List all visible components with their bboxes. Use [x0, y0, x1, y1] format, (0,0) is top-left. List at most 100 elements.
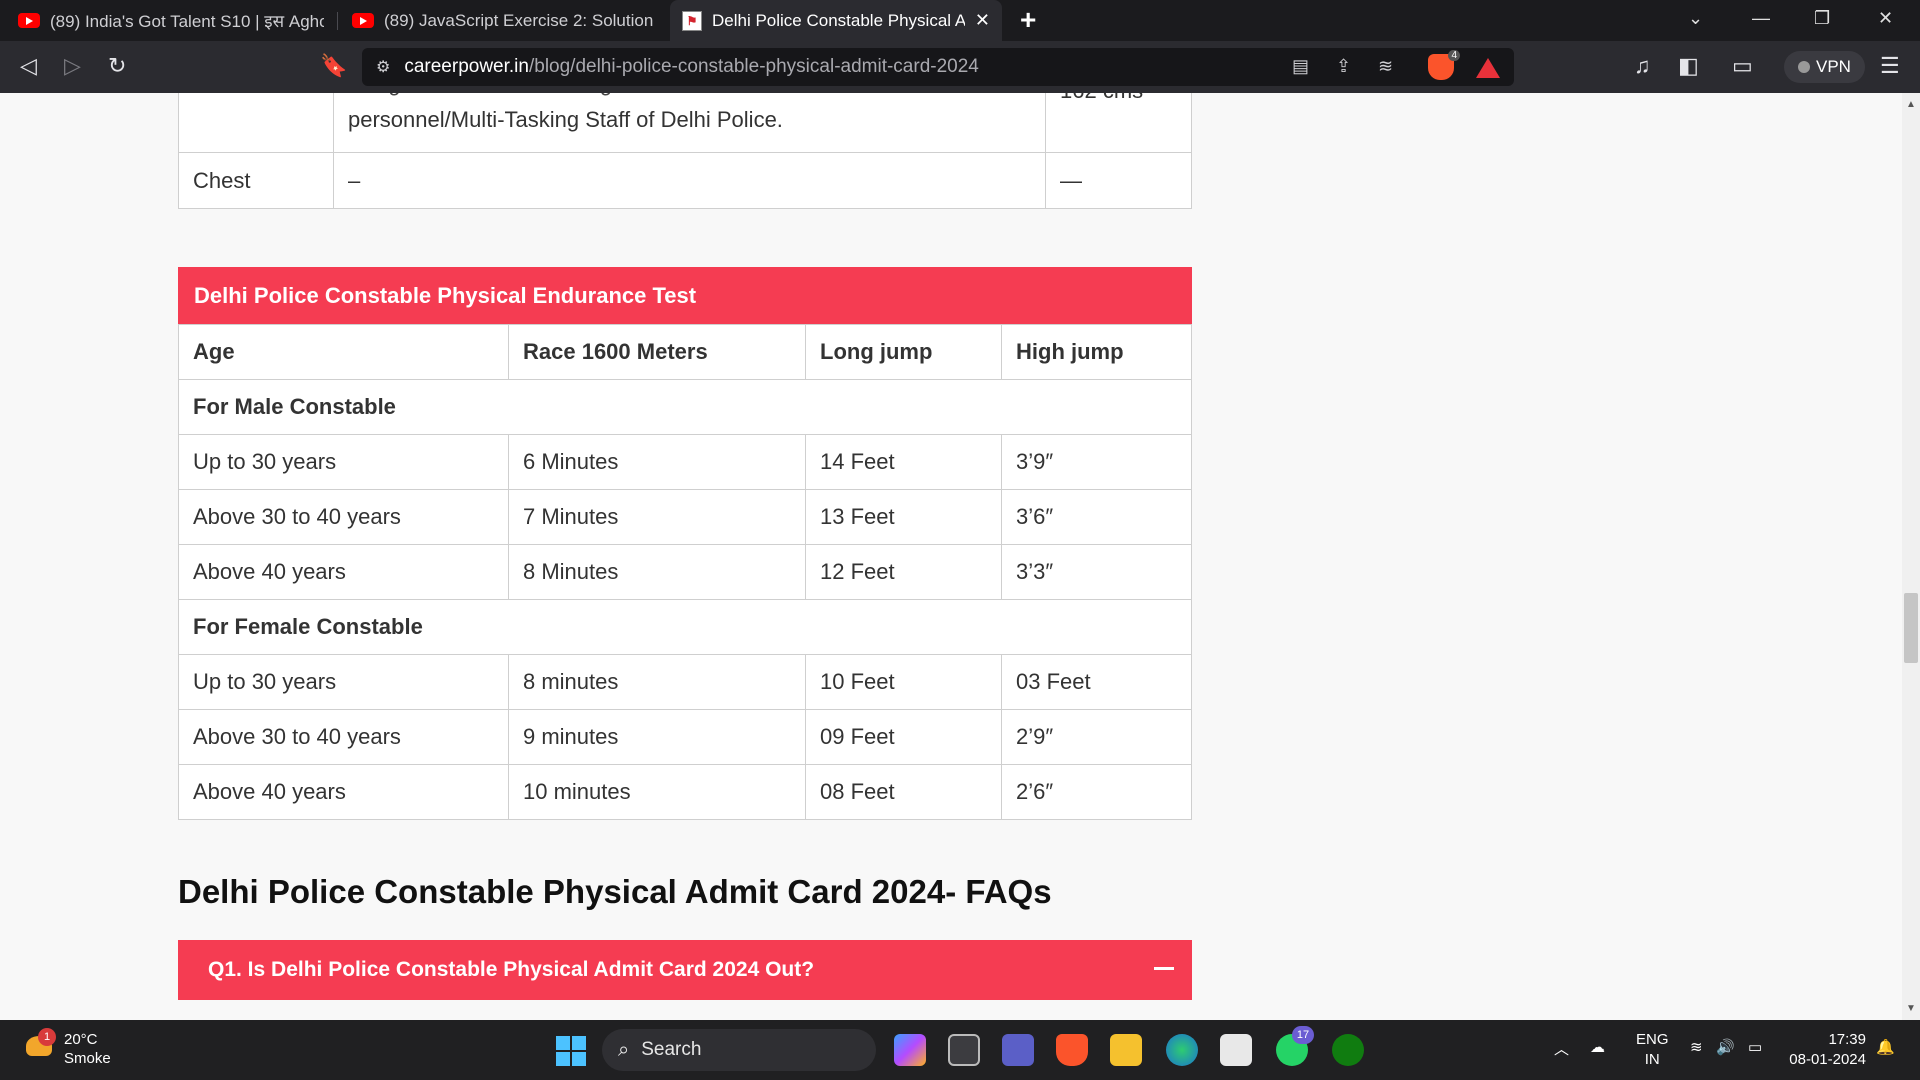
cell-age: Above 40 years [178, 544, 509, 600]
tab-search-chevron-icon[interactable]: ⌄ [1688, 8, 1703, 29]
task-view-icon[interactable] [948, 1034, 980, 1066]
forward-icon[interactable]: ▷ [64, 53, 81, 79]
chest-label: Chest [178, 152, 334, 209]
brave-rewards-icon[interactable] [1476, 58, 1500, 78]
brave-browser-icon[interactable] [1056, 1034, 1088, 1066]
back-icon[interactable]: ◁ [20, 53, 37, 79]
cell-long-jump: 14 Feet [805, 434, 1002, 490]
xbox-icon[interactable] [1332, 1034, 1364, 1066]
share-icon[interactable]: ⇪ [1336, 56, 1351, 77]
weather-widget[interactable]: 20°C Smoke [64, 1030, 111, 1068]
endurance-table-title: Delhi Police Constable Physical Enduranc… [178, 267, 1192, 324]
battery-icon[interactable]: ▭ [1748, 1038, 1762, 1056]
url-text[interactable]: careerpower.in/blog/delhi-police-constab… [404, 56, 979, 78]
faq-q1-accordion[interactable]: Q1. Is Delhi Police Constable Physical A… [178, 940, 1192, 1000]
page-scrollbar[interactable]: ▲ ▼ [1902, 93, 1920, 1020]
tab-title: Delhi Police Constable Physical A [712, 10, 965, 30]
page-content: Daughters of either serving retired or d… [0, 93, 1902, 1020]
clock-time: 17:39 [1828, 1031, 1866, 1048]
faq-heading: Delhi Police Constable Physical Admit Ca… [178, 873, 1052, 910]
table-row: Above 30 to 40 years 9 minutes 09 Feet 2… [178, 709, 1192, 765]
notifications-icon[interactable]: 🔔 [1876, 1038, 1895, 1056]
cell-race: 7 Minutes [508, 489, 806, 545]
table-cell [178, 93, 334, 153]
vpn-button[interactable]: VPN [1784, 51, 1865, 83]
cell-long-jump: 10 Feet [805, 654, 1002, 710]
table-cell: 162 cms [1045, 93, 1192, 153]
cell-age: Above 30 to 40 years [178, 709, 509, 765]
address-bar[interactable]: ⚙ careerpower.in/blog/delhi-police-const… [362, 48, 1514, 86]
clock[interactable]: 17:39 08-01-2024 [1786, 1030, 1866, 1070]
tab-strip: (89) India's Got Talent S10 | इस Aghori … [0, 0, 1920, 41]
file-explorer-icon[interactable] [1110, 1034, 1142, 1066]
table-row: Above 40 years 8 Minutes 12 Feet 3’3″ [178, 544, 1192, 600]
endurance-test-table: Delhi Police Constable Physical Enduranc… [178, 267, 1192, 820]
weather-temp: 20°C [64, 1031, 98, 1048]
chest-value: — [1045, 152, 1192, 209]
youtube-icon [352, 13, 374, 28]
header-race: Race 1600 Meters [508, 324, 806, 380]
start-button-icon[interactable] [556, 1036, 586, 1066]
search-icon: ⌕ [618, 1038, 630, 1061]
microsoft-store-icon[interactable] [1220, 1034, 1252, 1066]
rss-icon[interactable]: ≋ [1378, 56, 1393, 77]
wallet-icon[interactable]: ▭ [1732, 53, 1753, 79]
cell-high-jump: 3’6″ [1001, 489, 1192, 545]
whatsapp-badge: 17 [1292, 1026, 1314, 1044]
cell-high-jump: 3’3″ [1001, 544, 1192, 600]
table-row: Up to 30 years 8 minutes 10 Feet 03 Feet [178, 654, 1192, 710]
menu-icon[interactable]: ☰ [1880, 53, 1900, 79]
scroll-down-icon[interactable]: ▼ [1906, 1003, 1916, 1014]
new-tab-button[interactable]: + [1020, 4, 1036, 36]
windows-taskbar: 1 20°C Smoke ⌕ Search 17 ︿ ☁ ENG IN ≋ 🔊 … [0, 1020, 1920, 1080]
site-info-icon[interactable]: ⚙ [376, 57, 390, 77]
site-favicon-icon: ⚑ [682, 10, 702, 31]
tab-title: (89) JavaScript Exercise 2: Solution & S [384, 10, 658, 30]
male-section-label: For Male Constable [178, 379, 1192, 435]
tab-delhi-police[interactable]: ⚑ Delhi Police Constable Physical A ✕ [670, 0, 1002, 41]
cell-long-jump: 12 Feet [805, 544, 1002, 600]
restore-icon[interactable]: ❐ [1814, 8, 1830, 29]
sidebar-icon[interactable]: ◧ [1678, 53, 1699, 79]
vpn-status-icon [1798, 61, 1810, 73]
cell-text: personnel/Multi-Tasking Staff of Delhi P… [348, 107, 783, 132]
close-window-icon[interactable]: ✕ [1878, 8, 1893, 29]
table-row: Above 40 years 10 minutes 08 Feet 2’6″ [178, 764, 1192, 820]
tab-separator [337, 12, 338, 30]
cell-race: 8 Minutes [508, 544, 806, 600]
table-cell: Daughters of either serving retired or d… [333, 93, 1046, 153]
cell-high-jump: 3’9″ [1001, 434, 1192, 490]
tab-youtube-2[interactable]: (89) JavaScript Exercise 2: Solution & S [340, 0, 670, 41]
overflow-cut-text: Daughters of either serving retired or d… [348, 93, 1031, 102]
cell-age: Above 30 to 40 years [178, 489, 509, 545]
cell-long-jump: 09 Feet [805, 709, 1002, 765]
reload-icon[interactable]: ↻ [108, 53, 126, 79]
scrollbar-thumb[interactable] [1904, 593, 1918, 663]
collapse-icon[interactable] [1154, 967, 1174, 970]
search-label: Search [641, 1039, 702, 1060]
media-icon[interactable]: ♫ [1634, 53, 1651, 79]
reader-mode-icon[interactable]: ▤ [1292, 56, 1309, 77]
weather-badge: 1 [38, 1028, 56, 1046]
cell-race: 6 Minutes [508, 434, 806, 490]
minimize-icon[interactable]: — [1752, 8, 1770, 29]
tab-youtube-1[interactable]: (89) India's Got Talent S10 | इस Aghori [6, 0, 336, 41]
bookmark-icon[interactable]: 🔖 [320, 53, 347, 79]
cell-long-jump: 08 Feet [805, 764, 1002, 820]
onedrive-icon[interactable]: ☁ [1590, 1038, 1605, 1056]
edge-icon[interactable] [1166, 1034, 1198, 1066]
header-high-jump: High jump [1001, 324, 1192, 380]
taskbar-search[interactable]: ⌕ Search [602, 1029, 876, 1071]
scroll-up-icon[interactable]: ▲ [1906, 99, 1916, 110]
show-hidden-icons-icon[interactable]: ︿ [1554, 1038, 1569, 1059]
close-tab-icon[interactable]: ✕ [975, 10, 990, 31]
cell-high-jump: 2’9″ [1001, 709, 1192, 765]
brave-shields-icon[interactable]: 4 [1428, 50, 1460, 80]
volume-icon[interactable]: 🔊 [1716, 1038, 1735, 1056]
language-indicator[interactable]: ENG IN [1636, 1030, 1669, 1070]
wifi-icon[interactable]: ≋ [1690, 1038, 1703, 1056]
teams-icon[interactable] [1002, 1034, 1034, 1066]
cell-age: Above 40 years [178, 764, 509, 820]
copilot-icon[interactable] [894, 1034, 926, 1066]
cell-age: Up to 30 years [178, 434, 509, 490]
